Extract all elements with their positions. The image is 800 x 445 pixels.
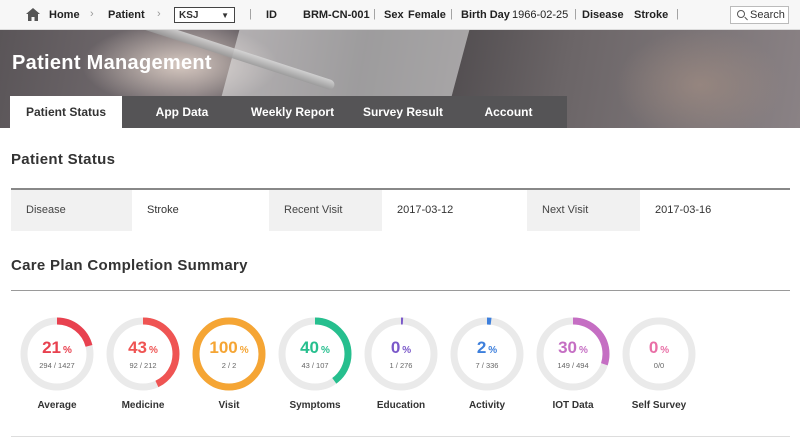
- birth-value: 1966-02-25: [512, 9, 569, 21]
- gauge-percent-unit: %: [149, 345, 158, 356]
- gauge-percent-unit: %: [579, 345, 588, 356]
- gauge-ratio: 0/0: [653, 361, 665, 370]
- gauge-medicine[interactable]: 43% 92 / 212 Medicine: [105, 316, 181, 411]
- gauge-percent-unit: %: [402, 345, 412, 356]
- gauge-education[interactable]: 0% 1 / 276 Education: [363, 316, 439, 411]
- gauge-percent: 30%: [535, 338, 611, 358]
- gauge-percent-value: 0: [390, 338, 401, 357]
- tab-account[interactable]: Account: [460, 96, 557, 128]
- tab-weekly-report[interactable]: Weekly Report: [240, 96, 345, 128]
- gauge-percent: 40%: [277, 338, 353, 358]
- tab-patient-status[interactable]: Patient Status: [10, 96, 122, 128]
- gauge-percent: 0%: [621, 338, 697, 358]
- breadcrumb-separator: ›: [90, 8, 94, 20]
- search-label: Search: [750, 9, 785, 21]
- disease-value: Stroke: [132, 190, 269, 231]
- breadcrumb-separator: ›: [157, 8, 161, 20]
- page-title: Patient Management: [12, 52, 212, 74]
- gauge-percent: 2%: [449, 338, 525, 358]
- tab-app-data[interactable]: App Data: [134, 96, 230, 128]
- gauge-label: Self Survey: [631, 400, 687, 411]
- gauge-activity[interactable]: 2% 7 / 336 Activity: [449, 316, 525, 411]
- home-link[interactable]: Home: [49, 9, 80, 21]
- id-label: ID: [266, 9, 277, 21]
- gauge-label: Average: [37, 400, 77, 411]
- divider: [11, 290, 790, 291]
- patient-status-table: Disease Stroke Recent Visit 2017-03-12 N…: [11, 188, 790, 231]
- divider: |: [450, 8, 453, 20]
- gauge-label: Symptoms: [289, 400, 341, 411]
- top-bar: Home › Patient › KSJ ▼ | ID BRM-CN-001 |…: [0, 0, 800, 30]
- recent-visit-value: 2017-03-12: [382, 190, 527, 231]
- gauge-iot-data[interactable]: 30% 149 / 494 IOT Data: [535, 316, 611, 411]
- gauge-percent-value: 100: [209, 338, 238, 357]
- divider: |: [574, 8, 577, 20]
- gauge-label: Visit: [218, 400, 240, 411]
- gauge-percent-unit: %: [488, 345, 498, 356]
- gauge-percent-value: 43: [128, 338, 147, 357]
- gauge-ratio: 294 / 1427: [39, 361, 75, 370]
- gauge-percent-value: 30: [558, 338, 577, 357]
- patient-status-title: Patient Status: [11, 151, 116, 168]
- recent-visit-label: Recent Visit: [269, 190, 382, 231]
- disease-label: Disease: [11, 190, 132, 231]
- gauge-ratio: 43 / 107: [301, 361, 329, 370]
- gauge-label: Education: [376, 400, 426, 411]
- gauge-percent-value: 2: [476, 338, 487, 357]
- tab-survey-result[interactable]: Survey Result: [353, 96, 453, 128]
- gauge-self-survey[interactable]: 0% 0/0 Self Survey: [621, 316, 697, 411]
- gauge-percent: 21%: [19, 338, 95, 358]
- gauge-ratio: 1 / 276: [389, 361, 413, 370]
- disease-label: Disease: [582, 9, 624, 21]
- gauge-percent-value: 40: [300, 338, 319, 357]
- gauge-ratio: 149 / 494: [557, 361, 589, 370]
- gauge-ratio: 2 / 2: [221, 361, 237, 370]
- gauge-label: IOT Data: [552, 400, 594, 411]
- birth-label: Birth Day: [461, 9, 510, 21]
- sex-label: Sex: [384, 9, 404, 21]
- gauge-percent: 43%: [105, 338, 181, 358]
- gauge-percent: 100%: [191, 338, 267, 358]
- gauge-percent-unit: %: [321, 345, 330, 356]
- gauge-percent-value: 21: [42, 338, 61, 357]
- gauge-symptoms[interactable]: 40% 43 / 107 Symptoms: [277, 316, 353, 411]
- gauge-ratio: 92 / 212: [129, 361, 157, 370]
- gauge-percent-unit: %: [63, 345, 72, 356]
- patient-label: Patient: [108, 9, 145, 21]
- disease-value: Stroke: [634, 9, 669, 21]
- care-plan-summary-title: Care Plan Completion Summary: [11, 257, 248, 274]
- search-icon: [737, 10, 745, 18]
- divider: [11, 436, 790, 437]
- gauge-average[interactable]: 21% 294 / 1427 Average: [19, 316, 95, 411]
- gauge-label: Medicine: [121, 400, 165, 411]
- home-icon[interactable]: [26, 8, 40, 21]
- divider: |: [249, 8, 252, 20]
- gauge-percent: 0%: [363, 338, 439, 358]
- gauge-percent-unit: %: [239, 345, 249, 356]
- gauge-percent-value: 0: [648, 338, 659, 357]
- search-button[interactable]: Search: [730, 6, 789, 24]
- patient-select[interactable]: KSJ ▼: [174, 7, 235, 23]
- sex-value: Female: [408, 9, 446, 21]
- gauge-visit[interactable]: 100% 2 / 2 Visit: [191, 316, 267, 411]
- gauge-percent-unit: %: [660, 345, 670, 356]
- divider: |: [676, 8, 679, 20]
- gauge-ratio: 7 / 336: [475, 361, 499, 370]
- id-value: BRM-CN-001: [303, 9, 370, 21]
- gauge-label: Activity: [468, 400, 506, 411]
- patient-select-value: KSJ: [179, 10, 199, 21]
- chevron-down-icon: ▼: [221, 11, 229, 20]
- divider: |: [373, 8, 376, 20]
- next-visit-label: Next Visit: [527, 190, 640, 231]
- next-visit-value: 2017-03-16: [640, 190, 790, 231]
